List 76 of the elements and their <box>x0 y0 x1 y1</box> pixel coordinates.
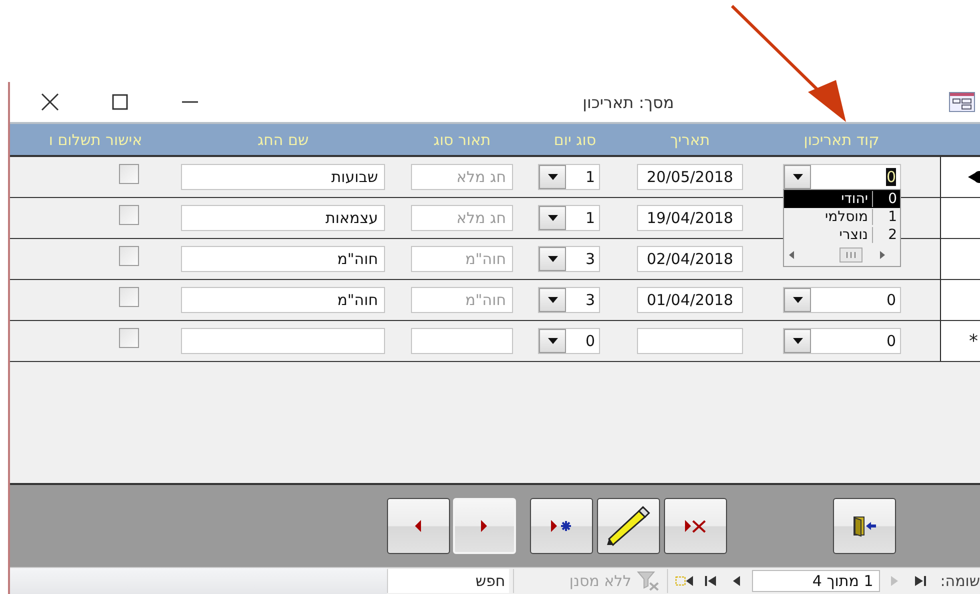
holiday-name-field[interactable]: עצמאות <box>181 205 385 231</box>
code-combo-box[interactable]: 0 <box>783 328 901 354</box>
record-selector[interactable] <box>940 280 980 320</box>
dropdown-button[interactable] <box>539 329 566 353</box>
date-field[interactable]: 01/04/2018 <box>637 287 743 313</box>
new-record-icon <box>550 520 572 532</box>
delete-record-icon <box>684 519 706 533</box>
date-field[interactable]: 20/05/2018 <box>637 164 743 190</box>
new-record-marker: * <box>969 330 979 352</box>
left-button[interactable] <box>387 498 450 554</box>
holiday-name-field[interactable]: חוה"מ <box>181 287 385 313</box>
caret-icon <box>548 215 558 221</box>
date-field[interactable]: 02/04/2018 <box>637 246 743 272</box>
edit-button[interactable] <box>597 498 660 554</box>
record-position-field[interactable]: 1 מתוך 4 <box>752 570 880 592</box>
column-header: תאור סוג <box>433 130 491 148</box>
type-description-field[interactable] <box>411 328 513 354</box>
caret-icon <box>548 297 558 303</box>
exit-button[interactable] <box>833 498 896 554</box>
code-combo-box[interactable]: 0 <box>783 287 901 313</box>
column-header: סוג יום <box>554 130 596 148</box>
checkbox[interactable] <box>119 246 139 266</box>
dropdown-button[interactable] <box>784 329 811 353</box>
right-triangle-icon <box>481 520 488 532</box>
record-selector[interactable] <box>940 239 980 279</box>
new-record-icon <box>675 575 696 587</box>
dropdown-button[interactable] <box>539 165 566 189</box>
left-triangle-icon <box>415 520 422 532</box>
dropdown-button[interactable] <box>784 165 811 189</box>
day-type-combo-box[interactable]: 3 <box>538 246 600 272</box>
checkbox[interactable] <box>119 205 139 225</box>
date-field[interactable] <box>637 328 743 354</box>
right-triangle-icon <box>891 575 900 587</box>
checkbox[interactable] <box>119 287 139 307</box>
day-type-combo-box[interactable]: 1 <box>538 205 600 231</box>
delete-button[interactable] <box>664 498 727 554</box>
caret-icon <box>792 338 802 344</box>
filter-off-icon <box>637 571 660 591</box>
column-header: אישור תשלום ו <box>48 130 142 148</box>
day-type-combo-box[interactable]: 1 <box>538 164 600 190</box>
new-button[interactable] <box>530 498 593 554</box>
day-type-combo-box[interactable]: 3 <box>538 287 600 313</box>
exit-door-icon <box>852 515 876 537</box>
caret-icon <box>792 297 802 303</box>
window-title: מסך: תאריכון <box>582 92 674 112</box>
record-label: שומה: <box>940 572 980 590</box>
pencil-icon <box>604 505 652 547</box>
column-header: קוד תאריכון <box>804 130 880 148</box>
checkbox[interactable] <box>119 164 139 184</box>
column-header: שם החג <box>257 130 309 148</box>
dropdown-button[interactable] <box>539 206 566 230</box>
column-header: תאריך <box>670 130 710 148</box>
left-triangle-icon <box>733 575 742 587</box>
record-selector[interactable]: * <box>940 321 980 361</box>
form-icon <box>949 92 975 112</box>
caret-icon <box>548 174 558 180</box>
skip-end-icon <box>915 575 928 587</box>
skip-start-icon <box>705 575 718 587</box>
holiday-name-field[interactable] <box>181 328 385 354</box>
caret-icon <box>792 174 802 180</box>
day-type-combo-box[interactable]: 0 <box>538 328 600 354</box>
minimize-icon <box>182 100 198 104</box>
date-field[interactable]: 19/04/2018 <box>637 205 743 231</box>
maximize-icon <box>112 94 128 110</box>
close-icon <box>41 93 59 111</box>
dropdown-button[interactable] <box>784 288 811 312</box>
dropdown-button[interactable] <box>539 288 566 312</box>
search-field[interactable]: חפש <box>387 569 510 593</box>
caret-icon <box>548 256 558 262</box>
checkbox[interactable] <box>119 328 139 348</box>
dropdown-button[interactable] <box>539 247 566 271</box>
holiday-name-field[interactable]: שבועות <box>181 164 385 190</box>
record-selector[interactable] <box>940 157 980 197</box>
record-selector[interactable] <box>940 198 980 238</box>
caret-icon <box>548 338 558 344</box>
holiday-name-field[interactable]: חוה"מ <box>181 246 385 272</box>
